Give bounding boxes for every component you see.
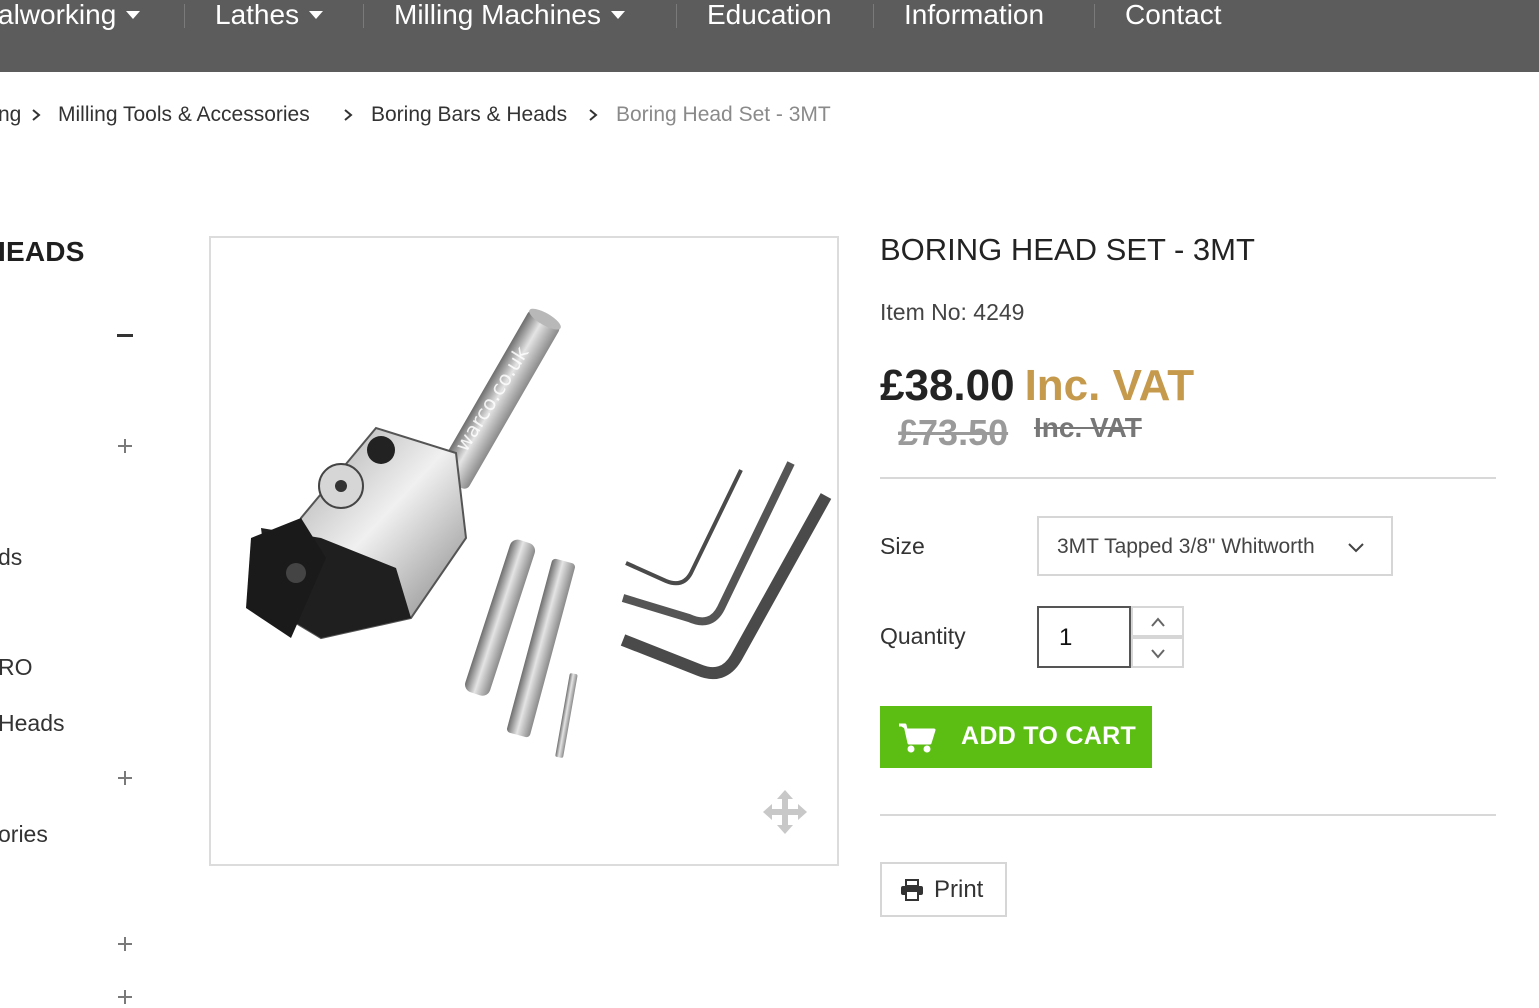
quantity-input[interactable]: 1 bbox=[1037, 606, 1131, 668]
chevron-up-icon bbox=[1151, 617, 1165, 627]
top-navigation: alworking Lathes Milling Machines Educat… bbox=[0, 0, 1539, 72]
minus-icon[interactable] bbox=[114, 324, 136, 346]
nav-item-metalworking[interactable]: alworking bbox=[0, 0, 141, 35]
nav-divider bbox=[184, 4, 185, 28]
size-select[interactable]: 3MT Tapped 3/8" Whitworth bbox=[1037, 516, 1393, 576]
caret-down-icon bbox=[610, 10, 625, 19]
old-price-vat-label: Inc. VAT bbox=[1034, 412, 1142, 443]
plus-icon[interactable] bbox=[114, 986, 136, 1008]
divider bbox=[880, 814, 1496, 816]
quantity-increase-button[interactable] bbox=[1131, 606, 1184, 637]
breadcrumb-link[interactable]: Boring Bars & Heads bbox=[371, 102, 567, 128]
current-price: £38.00 Inc. VAT bbox=[880, 360, 1194, 412]
nav-label: alworking bbox=[0, 0, 117, 30]
old-price: £73.50 bbox=[898, 412, 1009, 453]
plus-icon[interactable] bbox=[114, 435, 136, 457]
chevron-right-icon bbox=[589, 109, 598, 121]
add-to-cart-label: ADD TO CART bbox=[961, 722, 1137, 750]
quantity-value: 1 bbox=[1059, 624, 1073, 651]
plus-icon[interactable] bbox=[114, 767, 136, 789]
nav-item-lathes[interactable]: Lathes bbox=[215, 0, 324, 35]
size-select-value: 3MT Tapped 3/8" Whitworth bbox=[1057, 535, 1315, 558]
product-title: BORING HEAD SET - 3MT bbox=[880, 232, 1255, 267]
divider bbox=[880, 477, 1496, 479]
nav-item-education[interactable]: Education bbox=[707, 0, 832, 35]
caret-down-icon bbox=[309, 10, 324, 19]
sidebar-title: IEADS bbox=[0, 236, 85, 267]
sidebar-category-link[interactable]: RO bbox=[0, 653, 33, 681]
size-label: Size bbox=[880, 533, 925, 559]
price-amount: £38.00 bbox=[880, 361, 1015, 410]
nav-label: Information bbox=[904, 0, 1045, 30]
nav-label: Lathes bbox=[215, 0, 300, 30]
cart-icon bbox=[899, 723, 936, 753]
sidebar-category-link[interactable]: ds bbox=[0, 543, 22, 571]
item-number: Item No: 4249 bbox=[880, 299, 1025, 325]
nav-label: Milling Machines bbox=[394, 0, 601, 30]
nav-item-information[interactable]: Information bbox=[904, 0, 1044, 35]
nav-divider bbox=[873, 4, 874, 28]
quantity-decrease-button[interactable] bbox=[1131, 637, 1184, 668]
chevron-down-icon bbox=[1348, 543, 1364, 553]
print-label: Print bbox=[934, 876, 984, 903]
nav-item-contact[interactable]: Contact bbox=[1125, 0, 1222, 35]
plus-icon[interactable] bbox=[114, 933, 136, 955]
nav-divider bbox=[363, 4, 364, 28]
quantity-label: Quantity bbox=[880, 623, 966, 649]
breadcrumb-link[interactable]: ng bbox=[0, 102, 21, 128]
nav-divider bbox=[676, 4, 677, 28]
nav-item-milling-machines[interactable]: Milling Machines bbox=[394, 0, 625, 35]
caret-down-icon bbox=[126, 10, 141, 19]
breadcrumb-link[interactable]: Milling Tools & Accessories bbox=[58, 102, 310, 128]
nav-divider bbox=[1094, 4, 1095, 28]
nav-label: Education bbox=[707, 0, 832, 30]
sidebar-category-link[interactable]: ories bbox=[0, 820, 48, 848]
breadcrumb-current: Boring Head Set - 3MT bbox=[616, 103, 831, 126]
chevron-down-icon bbox=[1151, 649, 1165, 659]
add-to-cart-button[interactable]: ADD TO CART bbox=[880, 706, 1152, 768]
chevron-right-icon bbox=[32, 109, 41, 121]
product-image[interactable]: warco.co.uk bbox=[209, 236, 839, 866]
chevron-right-icon bbox=[344, 109, 353, 121]
print-button[interactable]: Print bbox=[880, 862, 1007, 917]
price-vat-label: Inc. VAT bbox=[1024, 361, 1195, 410]
nav-label: Contact bbox=[1125, 0, 1222, 30]
expand-icon[interactable] bbox=[763, 790, 807, 834]
printer-icon bbox=[901, 879, 923, 901]
sidebar-category-link[interactable]: Heads bbox=[0, 709, 64, 737]
boring-head-set-illustration: warco.co.uk bbox=[246, 308, 832, 758]
